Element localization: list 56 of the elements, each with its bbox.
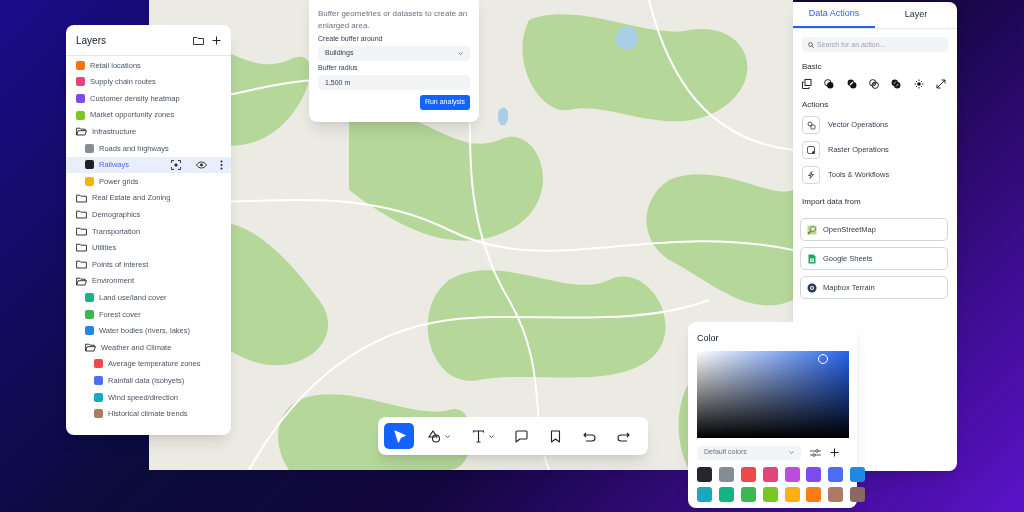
caret-icon <box>444 434 450 438</box>
circle-logo-icon <box>807 282 817 293</box>
color-swatch[interactable] <box>850 466 866 482</box>
lightning-icon <box>806 170 816 180</box>
raster-image-icon <box>806 145 816 155</box>
scatter-icon[interactable] <box>913 79 924 89</box>
color-swatch[interactable] <box>697 466 712 482</box>
color-gradient[interactable] <box>697 350 849 438</box>
expand-icon[interactable] <box>935 79 946 89</box>
color-swatch[interactable] <box>697 486 712 502</box>
vector-shapes-icon <box>806 120 816 130</box>
spreadsheet-icon <box>807 253 817 264</box>
intersect-icon[interactable] <box>869 79 879 89</box>
eye-icon[interactable] <box>196 160 207 169</box>
speech-bubble-icon <box>513 428 529 444</box>
lake <box>497 107 509 126</box>
union-icon[interactable] <box>824 79 835 89</box>
color-swatch[interactable] <box>718 466 734 482</box>
panel-title: Layers <box>76 33 106 48</box>
chevron-down-icon <box>458 52 463 55</box>
add-icon[interactable] <box>830 448 839 457</box>
shapes-icon <box>426 428 442 444</box>
color-swatch[interactable] <box>806 486 822 502</box>
subtract-icon[interactable] <box>846 79 857 89</box>
color-swatch[interactable] <box>740 466 756 482</box>
more-icon[interactable] <box>220 159 223 170</box>
color-swatch[interactable] <box>828 486 844 502</box>
chevron-down-icon <box>789 451 794 454</box>
section-title: Import data from <box>802 196 862 208</box>
copy-icon[interactable] <box>802 79 812 89</box>
panel-title: Color <box>697 332 720 345</box>
panel-description: Buffer geometries or datasets to create an enlarged area. <box>318 8 469 32</box>
color-swatch[interactable] <box>806 466 822 482</box>
lake <box>615 26 638 50</box>
color-swatch[interactable] <box>784 486 800 502</box>
color-swatch[interactable] <box>784 466 800 482</box>
color-swatch[interactable] <box>740 486 756 502</box>
tab[interactable]: Data Actions <box>793 2 875 28</box>
color-swatch[interactable] <box>850 486 866 502</box>
exclude-icon[interactable] <box>891 79 902 89</box>
map-magnifier-icon <box>807 224 817 235</box>
cursor-arrow-icon <box>391 428 407 444</box>
focus-icon[interactable] <box>171 159 181 170</box>
color-swatch[interactable] <box>828 466 844 482</box>
section-title: Basic <box>802 61 823 73</box>
color-swatch[interactable] <box>718 486 734 502</box>
sliders-icon[interactable] <box>810 448 821 457</box>
color-swatch[interactable] <box>762 466 778 482</box>
text-icon <box>470 428 486 444</box>
section-title: Actions <box>802 99 830 111</box>
caret-icon <box>488 434 494 438</box>
search-icon <box>808 41 814 48</box>
tab[interactable]: Layer <box>875 2 957 28</box>
color-swatch[interactable] <box>762 486 778 502</box>
folder-icon[interactable] <box>193 35 204 45</box>
add-icon[interactable] <box>212 35 221 45</box>
